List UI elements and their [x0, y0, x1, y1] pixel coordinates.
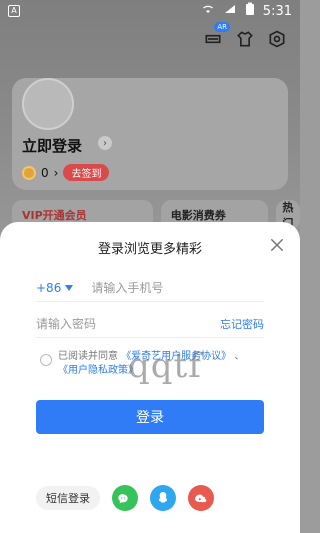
battery-icon: [245, 2, 255, 20]
forgot-password-link[interactable]: 忘记密码: [220, 316, 264, 332]
profile-card[interactable]: 立即登录 › 0 › 去签到: [12, 78, 288, 190]
status-left: A: [8, 5, 20, 17]
top-right-icons: AR: [202, 22, 288, 50]
phone-row: +86 请输入手机号: [36, 274, 264, 302]
chevron-right-icon: ›: [53, 165, 59, 180]
country-code: +86: [36, 280, 62, 295]
shirt-icon[interactable]: [234, 28, 256, 50]
ar-glasses-icon[interactable]: AR: [202, 22, 230, 50]
settings-icon[interactable]: [266, 28, 288, 50]
weibo-icon[interactable]: [188, 485, 214, 511]
status-bar: A 5:31: [0, 0, 300, 22]
avatar[interactable]: [22, 78, 74, 130]
signal-icon: [223, 3, 237, 19]
agreement-prefix: 已阅读并同意: [58, 351, 118, 362]
wechat-icon[interactable]: [112, 485, 138, 511]
chevron-down-icon: [65, 284, 74, 291]
wifi-icon: [201, 3, 215, 19]
password-input[interactable]: 请输入密码: [36, 315, 96, 332]
user-agreement-link[interactable]: 《爱奇艺用户服务协议》: [121, 351, 231, 362]
coin-icon: [22, 165, 36, 180]
phone-input[interactable]: 请输入手机号: [91, 279, 163, 296]
coin-row: 0 › 去签到: [22, 164, 110, 181]
close-icon[interactable]: [268, 236, 286, 254]
status-right: 5:31: [201, 2, 292, 20]
agreement-radio[interactable]: [40, 354, 52, 366]
sign-in-pill[interactable]: 去签到: [63, 164, 110, 181]
status-a-icon: A: [8, 5, 20, 17]
password-row: 请输入密码 忘记密码: [36, 310, 264, 338]
agreement-separator: 、: [234, 351, 245, 362]
status-time: 5:31: [262, 3, 292, 19]
country-code-selector[interactable]: +86: [36, 280, 74, 295]
agreement-text: 已阅读并同意 《爱奇艺用户服务协议》 、 《用户隐私政策》: [58, 350, 264, 378]
login-button[interactable]: 登录: [36, 400, 264, 434]
login-title[interactable]: 立即登录: [22, 135, 82, 156]
privacy-policy-link[interactable]: 《用户隐私政策》: [58, 365, 138, 376]
ar-badge: AR: [214, 22, 230, 32]
qq-icon[interactable]: [150, 485, 176, 511]
sms-login-button[interactable]: 短信登录: [36, 486, 100, 510]
coin-count: 0: [41, 165, 49, 180]
chevron-right-icon[interactable]: ›: [98, 136, 112, 150]
sheet-title: 登录浏览更多精彩: [97, 242, 202, 257]
login-bottom-sheet: 登录浏览更多精彩 +86 请输入手机号 请输入密码 忘记密码 已阅读并同意 《爱…: [0, 222, 300, 533]
social-login-row: 短信登录: [36, 484, 264, 512]
